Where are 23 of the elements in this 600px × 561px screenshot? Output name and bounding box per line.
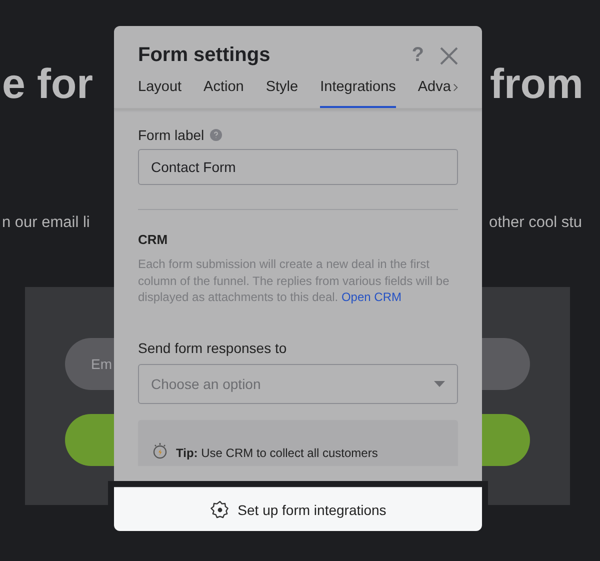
subtitle-text: n our email li [2, 214, 90, 232]
subtitle-text: other cool stu [489, 214, 582, 232]
caret-icon [434, 380, 445, 386]
tip-text: Tip: Use CRM to collect all customers [176, 446, 378, 460]
email-placeholder: Em [91, 356, 112, 372]
field-label: Form label [138, 127, 204, 143]
tab[interactable]: Action [204, 79, 244, 108]
tab[interactable]: Integrations [320, 79, 396, 108]
tab[interactable]: Layout [138, 79, 182, 108]
headline-text: e for [2, 60, 94, 108]
dialog-title: Form settings [138, 44, 270, 67]
headline-text: from [490, 60, 584, 108]
crm-description: Each form submission will create a new deal in the first column of the funnel. The replies from various fields will be displayed as attachments to this deal. Open CRM [138, 256, 450, 306]
setup-integrations-button[interactable]: Set up form integrations [114, 487, 482, 531]
field-label: Send form responses to [138, 340, 287, 356]
tab[interactable]: Style [266, 79, 298, 108]
close-icon[interactable] [440, 46, 458, 64]
form-label-input[interactable]: Contact Form [138, 149, 458, 185]
section-heading: CRM [138, 232, 169, 247]
help-icon[interactable] [210, 129, 222, 141]
tab[interactable]: Adva [418, 79, 451, 108]
stopwatch-icon [152, 442, 168, 460]
gear-icon [210, 500, 230, 520]
